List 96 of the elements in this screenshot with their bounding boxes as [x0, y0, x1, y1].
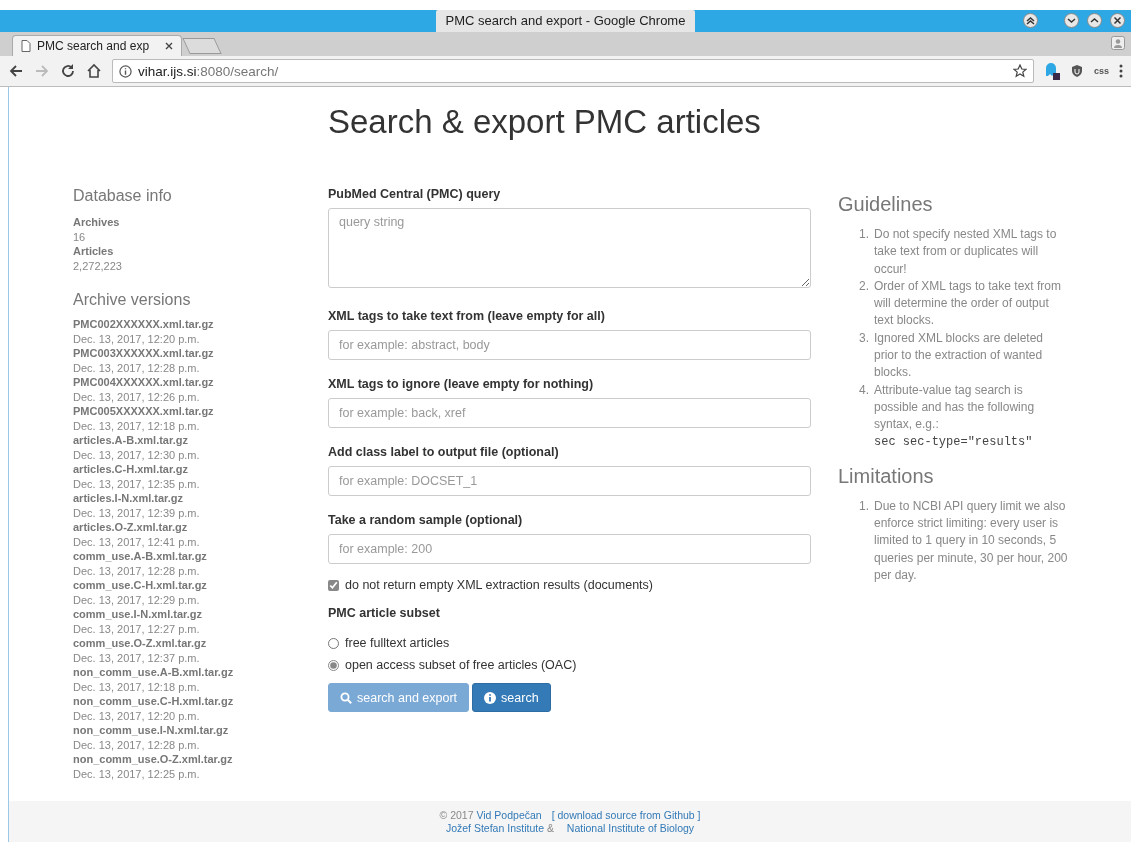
archive-date: Dec. 13, 2017, 12:28 p.m.: [73, 737, 201, 752]
archive-date: Dec. 13, 2017, 12:20 p.m.: [73, 708, 201, 723]
archive-date: Dec. 13, 2017, 12:37 p.m.: [73, 650, 201, 665]
footer-link[interactable]: Vid Podpečan: [476, 808, 542, 821]
back-icon[interactable]: [8, 63, 24, 79]
code-sample: sec sec-type="results": [874, 433, 1034, 451]
archive-date: Dec. 13, 2017, 12:28 p.m.: [73, 360, 201, 375]
archive-date: Dec. 13, 2017, 12:41 p.m.: [73, 534, 201, 549]
archive-date: Dec. 13, 2017, 12:25 p.m.: [73, 766, 201, 781]
guideline-text: Order of XML tags to take text from will determine the order of output text blocks.: [874, 278, 1061, 328]
archive-name: articles.O-Z.xml.tar.gz: [73, 520, 189, 535]
archive-date: Dec. 13, 2017, 12:29 p.m.: [73, 592, 201, 607]
archive-name: comm_use.A-B.xml.tar.gz: [73, 549, 208, 564]
archive-name: comm_use.C-H.xml.tar.gz: [73, 578, 208, 593]
input-field[interactable]: for example: abstract, body: [328, 330, 811, 360]
archive-name: non_comm_use.O-Z.xml.tar.gz: [73, 752, 234, 767]
radio-button[interactable]: [328, 659, 339, 671]
archive-name: PMC005XXXXXX.xml.tar.gz: [73, 404, 215, 419]
maximize-icon[interactable]: [1023, 13, 1038, 28]
list-number: 1.: [859, 497, 869, 515]
limitation-text: Due to NCBI API query limit we also enforce strict limiting: every user is limited to 1 query in 10 seconds, 5 queries per minute, 30 per hour, 200 per day.: [874, 497, 1069, 585]
list-number: 1.: [859, 226, 869, 243]
menu-icon[interactable]: [1119, 64, 1123, 78]
archive-date: Dec. 13, 2017, 12:18 p.m.: [73, 679, 201, 694]
archive-date: Dec. 13, 2017, 12:20 p.m.: [73, 331, 201, 346]
guideline-text: Ignored XML blocks are deleted prior to the extraction of wanted blocks.: [874, 330, 1043, 380]
info-icon: [484, 691, 497, 704]
list-number: 3.: [859, 329, 869, 347]
field-label: Add class label to output file (optional): [328, 445, 560, 459]
field-label: XML tags to take text from (leave empty for all): [328, 309, 606, 323]
section-heading: Limitations: [838, 464, 935, 488]
input-field[interactable]: for example: DOCSET_1: [328, 466, 811, 496]
input-field[interactable]: for example: back, xref: [328, 398, 811, 428]
browser-tab[interactable]: PMC search and exp: [12, 35, 182, 56]
shield-icon[interactable]: [1069, 64, 1084, 78]
page-icon: [21, 40, 31, 52]
reload-icon[interactable]: [60, 63, 76, 79]
search-button[interactable]: search: [472, 683, 551, 712]
info-value: 2,272,223: [73, 258, 123, 273]
close-icon[interactable]: [1110, 13, 1125, 28]
archive-date: Dec. 13, 2017, 12:30 p.m.: [73, 447, 201, 462]
info-value: 16: [73, 229, 87, 244]
section-heading: Archive versions: [73, 291, 192, 309]
archive-name: comm_use.O-Z.xml.tar.gz: [73, 636, 208, 651]
archive-date: Dec. 13, 2017, 12:39 p.m.: [73, 505, 201, 520]
page-title: Search & export PMC articles: [328, 103, 762, 142]
checkbox[interactable]: [328, 579, 339, 591]
list-number: 2.: [859, 277, 869, 295]
radio-label: free fulltext articles: [345, 636, 450, 650]
address-bar[interactable]: vihar.ijs.si:8080/search/: [112, 59, 1034, 83]
footer-text: © 2017 Vid Podpečan [ download source from Github ]: [439, 808, 701, 822]
radio-label: open access subset of free articles (OAC): [345, 658, 577, 672]
input-field[interactable]: for example: 200: [328, 534, 811, 564]
section-heading: Database info: [73, 187, 173, 205]
list-number: 4.: [859, 381, 869, 399]
restore-icon[interactable]: [1087, 13, 1102, 28]
archive-date: Dec. 13, 2017, 12:27 p.m.: [73, 621, 201, 636]
archive-date: Dec. 13, 2017, 12:18 p.m.: [73, 418, 201, 433]
archive-date: Dec. 13, 2017, 12:28 p.m.: [73, 563, 201, 578]
window-title: PMC search and export - Google Chrome: [435, 10, 696, 32]
field-label: PMC article subset: [328, 606, 441, 620]
minimize-icon[interactable]: [1064, 13, 1079, 28]
guideline-text: Do not specify nested XML tags to take text from or duplicates will occur!: [874, 227, 1057, 276]
close-icon[interactable]: [165, 42, 173, 50]
archive-name: PMC004XXXXXX.xml.tar.gz: [73, 375, 215, 390]
checkbox-label: do not return empty XML extraction results (documents): [345, 578, 653, 592]
field-label: XML tags to ignore (leave empty for nothing): [328, 377, 595, 391]
footer-link[interactable]: Jožef Stefan Institute: [445, 821, 544, 834]
footer-text: Jožef Stefan Institute & National Institute of Biology: [445, 821, 695, 835]
guideline-text: Attribute-value tag search is possible and has the following syntax, e.g.:: [874, 382, 1035, 432]
archive-name: articles.C-H.xml.tar.gz: [73, 462, 189, 477]
archive-name: PMC002XXXXXX.xml.tar.gz: [73, 317, 215, 332]
section-heading: Guidelines: [838, 193, 934, 216]
archive-name: non_comm_use.A-B.xml.tar.gz: [73, 665, 235, 680]
query-field[interactable]: query string: [328, 208, 811, 288]
info-icon: [119, 64, 132, 78]
footer-link[interactable]: [ download source from Github ]: [551, 808, 701, 821]
archive-date: Dec. 13, 2017, 12:26 p.m.: [73, 389, 201, 404]
ghost-icon[interactable]: [1043, 62, 1060, 80]
archive-name: non_comm_use.I-N.xml.tar.gz: [73, 723, 230, 738]
star-icon[interactable]: [1012, 64, 1027, 78]
archive-date: Dec. 13, 2017, 12:35 p.m.: [73, 476, 201, 491]
home-icon[interactable]: [86, 63, 102, 79]
archive-name: non_comm_use.C-H.xml.tar.gz: [73, 694, 235, 709]
radio-button[interactable]: [328, 637, 339, 649]
search-icon: [340, 691, 352, 704]
info-label: Articles: [73, 244, 115, 259]
field-label: PubMed Central (PMC) query: [328, 187, 502, 201]
info-label: Archives: [73, 215, 121, 230]
extension-button[interactable]: css: [1093, 66, 1109, 76]
archive-name: comm_use.I-N.xml.tar.gz: [73, 607, 203, 622]
archive-name: PMC003XXXXXX.xml.tar.gz: [73, 346, 215, 361]
archive-name: articles.I-N.xml.tar.gz: [73, 491, 185, 506]
field-label: Take a random sample (optional): [328, 513, 524, 527]
footer-link[interactable]: National Institute of Biology: [566, 821, 695, 834]
archive-name: articles.A-B.xml.tar.gz: [73, 433, 189, 448]
